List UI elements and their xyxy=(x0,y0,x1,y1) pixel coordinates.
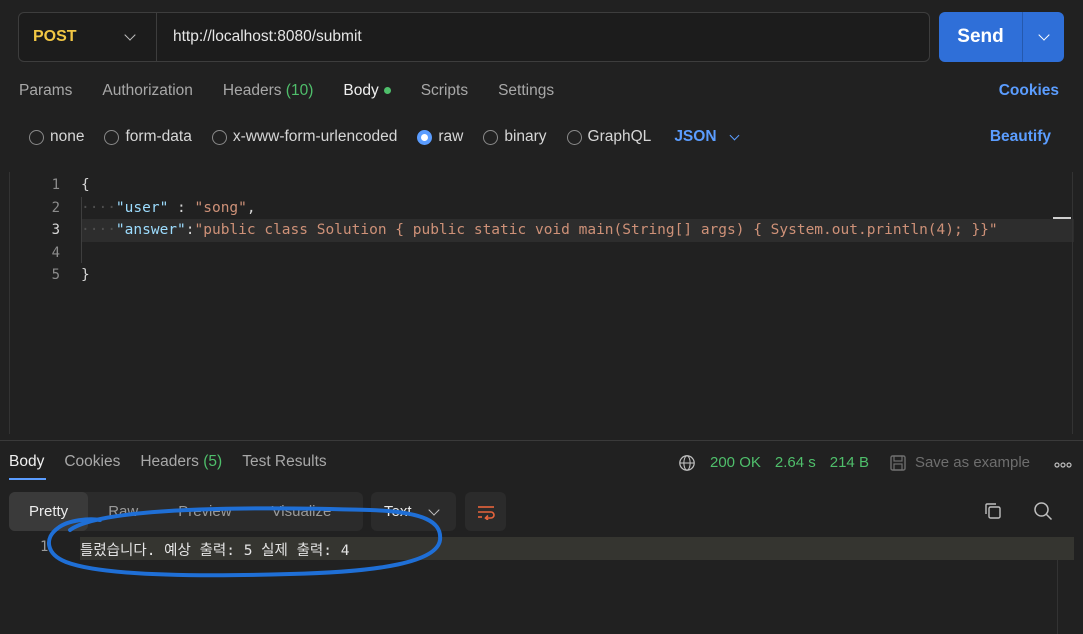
json-key: "user" xyxy=(115,200,169,216)
radio-binary[interactable]: binary xyxy=(483,128,547,146)
tab-test-results[interactable]: Test Results xyxy=(242,453,326,471)
format-label: JSON xyxy=(674,128,717,145)
tab-scripts[interactable]: Scripts xyxy=(421,82,468,100)
wrap-lines-button[interactable] xyxy=(465,492,506,531)
line-number: 2 xyxy=(51,200,60,216)
json-separator: : xyxy=(185,222,195,238)
radio-label: none xyxy=(50,128,85,145)
radio-icon xyxy=(566,129,582,145)
code-line-1: { xyxy=(81,177,90,193)
line-number: 5 xyxy=(51,267,60,283)
json-key: "answer" xyxy=(115,222,186,238)
radio-none[interactable]: none xyxy=(29,128,84,146)
response-time[interactable]: 2.64 s xyxy=(775,454,816,471)
json-value: "public class Solution { public static v… xyxy=(194,222,998,238)
search-icon[interactable] xyxy=(1033,501,1053,521)
headers-count: (10) xyxy=(285,82,314,99)
radio-label: raw xyxy=(438,128,464,145)
save-as-example-button[interactable]: Save as example xyxy=(889,454,1030,472)
send-options-button[interactable] xyxy=(1023,12,1064,62)
radio-urlencoded[interactable]: x-www-form-urlencoded xyxy=(211,128,398,146)
response-size[interactable]: 214 B xyxy=(830,454,869,471)
modified-dot-icon xyxy=(383,87,391,95)
line-number: 4 xyxy=(51,245,60,261)
whitespace-dots: ···· xyxy=(81,200,116,216)
tab-response-cookies[interactable]: Cookies xyxy=(64,453,120,471)
whitespace-dots: ···· xyxy=(81,222,116,238)
tab-settings[interactable]: Settings xyxy=(498,82,554,100)
radio-selected-icon xyxy=(417,129,433,145)
radio-label: binary xyxy=(504,128,547,145)
request-body-editor[interactable]: 1 2 3 4 5 { ····"user" : "song", ····"an… xyxy=(9,172,1074,434)
response-tabs: Body Cookies Headers (5) Test Results xyxy=(9,453,327,471)
open-brace: { xyxy=(81,177,90,193)
beautify-button[interactable]: Beautify xyxy=(990,128,1051,146)
chevron-down-icon xyxy=(729,130,739,140)
editor-scrollbar[interactable] xyxy=(1072,172,1073,434)
tab-headers-label: Headers xyxy=(222,82,282,99)
url-input[interactable]: http://localhost:8080/submit xyxy=(157,28,362,46)
response-headers-count: (5) xyxy=(203,453,223,470)
send-button-group: Send xyxy=(939,12,1064,62)
url-bar: POST http://localhost:8080/submit xyxy=(18,12,930,62)
method-label: POST xyxy=(33,28,77,45)
tab-body-label: Body xyxy=(343,82,379,99)
active-tab-indicator xyxy=(9,478,46,480)
radio-icon xyxy=(104,129,120,145)
tab-response-body[interactable]: Body xyxy=(9,453,44,471)
globe-icon[interactable] xyxy=(678,454,696,472)
code-line-3: ····"answer":"public class Solution { pu… xyxy=(81,222,998,238)
tab-headers[interactable]: Headers (10) xyxy=(223,82,313,100)
tab-params[interactable]: Params xyxy=(19,82,72,100)
radio-label: x-www-form-urlencoded xyxy=(232,128,398,145)
chevron-down-icon xyxy=(124,29,136,41)
code-line-2: ····"user" : "song", xyxy=(81,200,256,216)
radio-icon xyxy=(29,129,44,145)
save-icon xyxy=(890,454,906,471)
save-as-example-label: Save as example xyxy=(914,454,1031,471)
copy-icon[interactable] xyxy=(983,501,1003,521)
radio-label: form-data xyxy=(125,128,192,145)
method-select[interactable]: POST xyxy=(19,13,157,61)
body-type-selector: none form-data x-www-form-urlencoded raw… xyxy=(29,128,739,146)
response-meta: 200 OK 2.64 s 214 B Save as example xyxy=(678,452,1072,473)
format-select[interactable]: JSON xyxy=(674,128,739,146)
wrap-lines-icon xyxy=(477,505,495,520)
response-scrollbar[interactable] xyxy=(1057,560,1058,634)
tab-response-headers[interactable]: Headers (5) xyxy=(140,453,222,471)
radio-icon xyxy=(483,129,499,145)
chevron-down-icon xyxy=(1037,29,1050,41)
radio-raw[interactable]: raw xyxy=(417,128,463,146)
close-brace: } xyxy=(81,267,90,283)
radio-icon xyxy=(211,129,227,145)
json-separator: : xyxy=(168,200,195,216)
cookies-link[interactable]: Cookies xyxy=(999,82,1059,100)
more-options-icon[interactable] xyxy=(1054,452,1072,473)
scroll-position-marker xyxy=(1053,217,1071,219)
radio-graphql[interactable]: GraphQL xyxy=(566,128,652,146)
tab-response-headers-label: Headers xyxy=(140,453,199,470)
pane-divider[interactable] xyxy=(0,440,1083,441)
line-number: 1 xyxy=(51,177,60,193)
send-button[interactable]: Send xyxy=(939,12,1023,62)
line-number: 3 xyxy=(51,222,60,238)
annotation-ellipse xyxy=(47,506,443,578)
request-tabs: Params Authorization Headers (10) Body S… xyxy=(19,82,554,100)
radio-form-data[interactable]: form-data xyxy=(104,128,192,146)
tab-authorization[interactable]: Authorization xyxy=(102,82,192,100)
radio-label: GraphQL xyxy=(587,128,652,145)
json-value: "song" xyxy=(194,200,247,216)
status-code[interactable]: 200 OK xyxy=(710,454,761,471)
tab-body[interactable]: Body xyxy=(343,82,391,100)
code-line-5: } xyxy=(81,267,90,283)
